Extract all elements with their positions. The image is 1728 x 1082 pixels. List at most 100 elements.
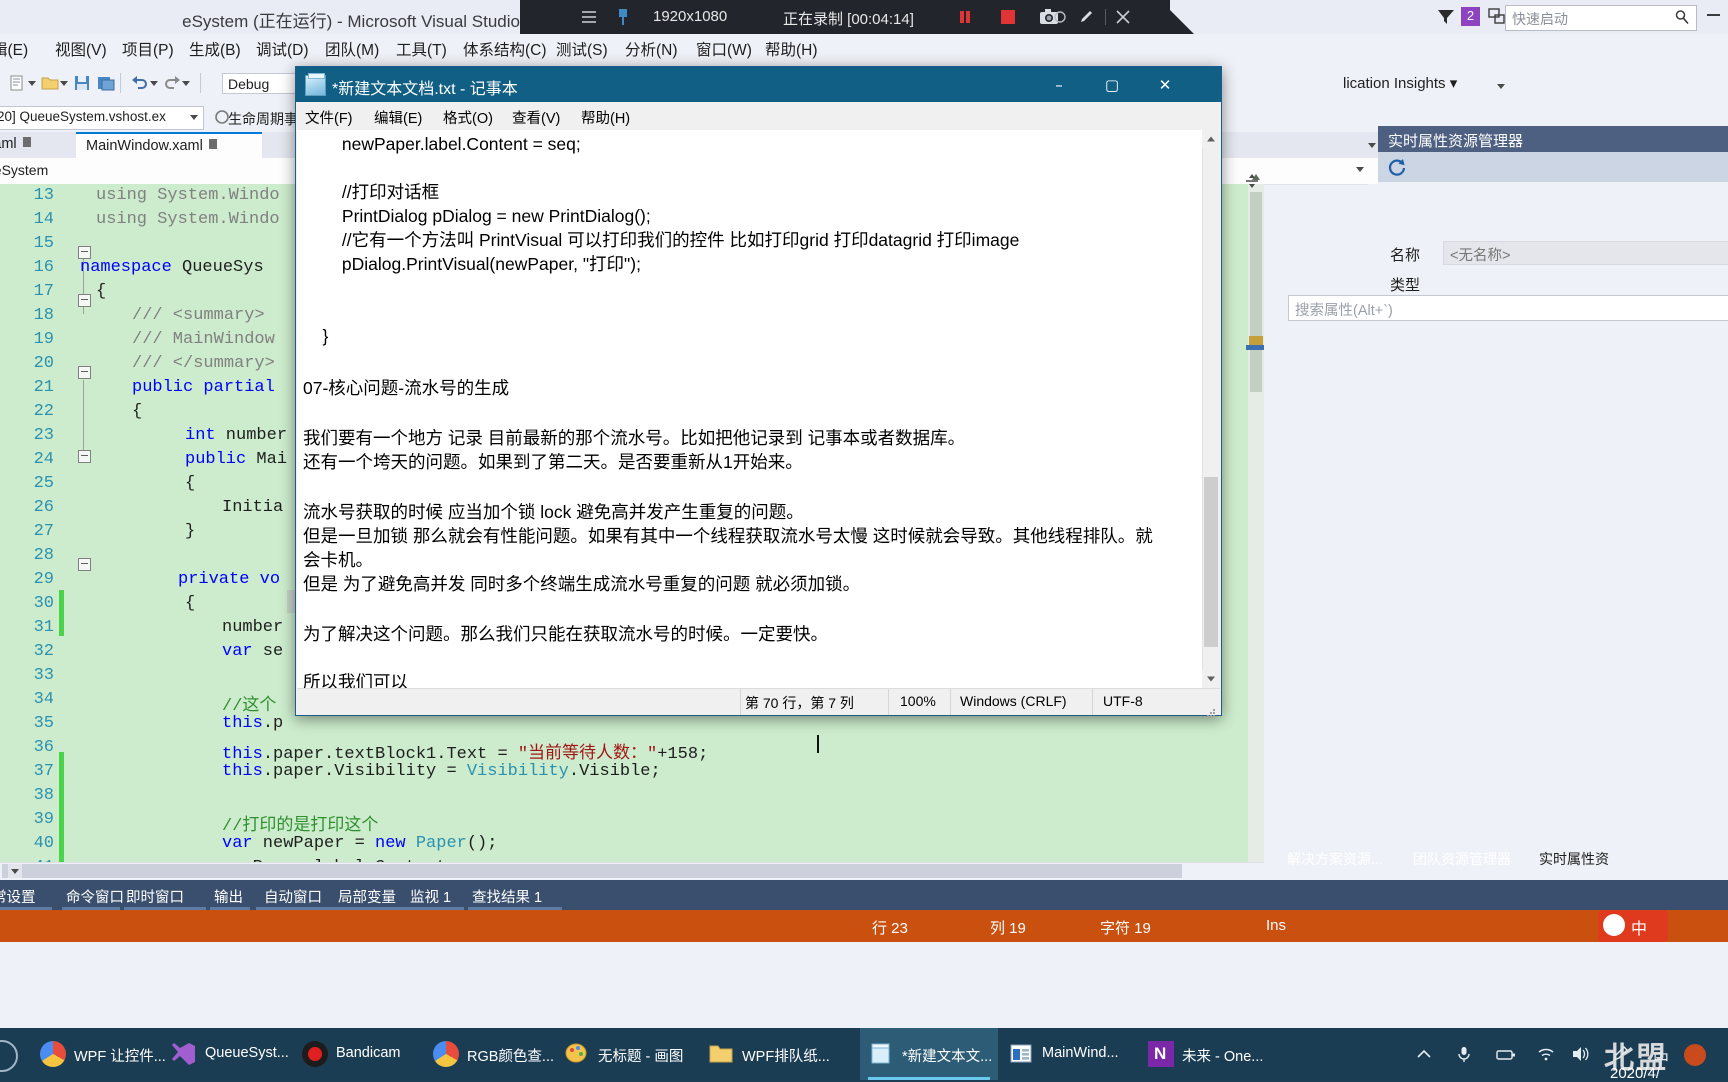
notepad-menu-format[interactable]: 格式(O) bbox=[443, 107, 493, 128]
notepad-menu-edit[interactable]: 编辑(E) bbox=[374, 107, 422, 128]
notepad-window[interactable]: *新建文本文档.txt - 记事本 – ▢ ✕ 文件(F) 编辑(E) 格式(O… bbox=[295, 66, 1222, 753]
menu-build[interactable]: 生成(B) bbox=[189, 38, 241, 60]
open-file-icon[interactable] bbox=[40, 73, 60, 93]
notepad-text-area[interactable]: newPaper.label.Content = seq; //打印对话框 Pr… bbox=[297, 130, 1202, 688]
tab-overflow-caret-icon[interactable] bbox=[1368, 143, 1376, 148]
pin-icon[interactable] bbox=[208, 139, 217, 149]
menu-view[interactable]: 视图(V) bbox=[55, 38, 107, 60]
tab-xaml[interactable]: xaml bbox=[0, 132, 52, 158]
bottom-tab-locals[interactable]: 局部变量 bbox=[338, 886, 396, 907]
taskbar-item-wpf-queue-folder[interactable]: WPF排队纸... bbox=[700, 1028, 830, 1080]
application-insights-label[interactable]: lication Insights ▾ bbox=[1343, 74, 1457, 92]
notepad-line: //打印对话框 bbox=[303, 182, 440, 202]
taskbar-item-queuesystem[interactable]: QueueSyst... bbox=[163, 1028, 291, 1080]
navbar-scope[interactable]: ueSystem bbox=[0, 162, 48, 178]
tab-solution-explorer[interactable]: 解决方案资源... bbox=[1278, 846, 1392, 870]
notepad-close-button[interactable]: ✕ bbox=[1142, 67, 1188, 102]
menu-debug[interactable]: 调试(D) bbox=[256, 38, 309, 60]
undo-icon[interactable] bbox=[130, 73, 150, 93]
menu-project[interactable]: 项目(P) bbox=[122, 38, 174, 60]
undo-caret-icon[interactable] bbox=[150, 81, 158, 86]
stop-icon[interactable] bbox=[1001, 10, 1015, 24]
close-icon[interactable] bbox=[1114, 8, 1132, 26]
bottom-tab-command-window[interactable]: 命令窗口 bbox=[66, 886, 124, 907]
menu-team[interactable]: 团队(M) bbox=[325, 38, 379, 60]
volume-icon[interactable] bbox=[1570, 1045, 1590, 1068]
taskbar-item-paint[interactable]: 无标题 - 画图 bbox=[556, 1028, 698, 1080]
menu-tools[interactable]: 工具(T) bbox=[396, 38, 447, 60]
process-combo[interactable]: 20] QueueSystem.vshost.ex bbox=[0, 106, 204, 130]
taskbar-item-mainwindow[interactable]: MainWind... bbox=[1000, 1028, 1128, 1080]
notepad-scroll-up-button[interactable] bbox=[1202, 130, 1220, 148]
taskbar-item-bandicam[interactable]: Bandicam bbox=[294, 1028, 422, 1080]
quick-launch-input[interactable]: 快速启动 bbox=[1505, 5, 1697, 31]
fold-toggle-class[interactable] bbox=[78, 366, 91, 379]
refresh-icon[interactable] bbox=[1386, 156, 1408, 178]
split-editor-icon[interactable] bbox=[1244, 173, 1260, 189]
navbar-chevron-down-icon[interactable] bbox=[1356, 167, 1364, 172]
pin-icon[interactable] bbox=[22, 137, 31, 147]
new-project-icon[interactable] bbox=[8, 73, 28, 93]
editor-zoom-dropdown[interactable] bbox=[8, 864, 22, 878]
notepad-menu-view[interactable]: 查看(V) bbox=[512, 107, 560, 128]
fold-toggle-summary[interactable] bbox=[78, 294, 91, 307]
feedback-icon[interactable] bbox=[1487, 6, 1507, 26]
open-file-caret-icon[interactable] bbox=[60, 81, 68, 86]
menu-help[interactable]: 帮助(H) bbox=[765, 38, 818, 60]
notepad-minimize-button[interactable]: – bbox=[1036, 67, 1082, 102]
chevron-up-icon[interactable] bbox=[1415, 1045, 1433, 1068]
fold-toggle-ctor[interactable] bbox=[78, 450, 91, 463]
settings-circle-icon[interactable] bbox=[1052, 9, 1068, 25]
battery-icon[interactable] bbox=[1495, 1045, 1517, 1068]
save-icon[interactable] bbox=[72, 73, 92, 93]
menu-window[interactable]: 窗口(W) bbox=[696, 38, 752, 60]
tab-live-property-explorer[interactable]: 实时属性资 bbox=[1530, 846, 1618, 870]
taskbar-item-wpf-control[interactable]: WPF 让控件... bbox=[32, 1028, 166, 1080]
status-col: 列 19 bbox=[990, 920, 1026, 937]
application-insights-caret-icon[interactable] bbox=[1497, 84, 1505, 89]
bottom-tab-watch-1[interactable]: 监视 1 bbox=[410, 886, 451, 907]
menu-edit[interactable]: 辑(E) bbox=[0, 38, 28, 60]
redo-icon[interactable] bbox=[162, 73, 182, 93]
taskbar-item-notepad[interactable]: *新建文本文... bbox=[860, 1028, 998, 1080]
bottom-tab-find-results-1[interactable]: 查找结果 1 bbox=[472, 886, 542, 907]
resize-grip-icon[interactable] bbox=[1207, 705, 1216, 717]
name-value-field[interactable]: <无名称> bbox=[1443, 241, 1728, 265]
menu-architecture[interactable]: 体系结构(C) bbox=[463, 38, 547, 60]
wifi-icon[interactable] bbox=[1536, 1045, 1556, 1068]
editor-horizontal-scroll-thumb[interactable] bbox=[2, 864, 1182, 878]
bottom-tab-autos[interactable]: 自动窗口 bbox=[264, 886, 322, 907]
tab-mainwindow-xaml[interactable]: MainWindow.xaml bbox=[76, 132, 262, 158]
redo-caret-icon[interactable] bbox=[182, 81, 190, 86]
pause-icon[interactable] bbox=[957, 9, 973, 25]
notification-badge[interactable]: 2 bbox=[1461, 7, 1480, 26]
notepad-maximize-button[interactable]: ▢ bbox=[1089, 67, 1135, 102]
fold-toggle-method[interactable] bbox=[78, 558, 91, 571]
bottom-tab-exception-settings[interactable]: 常设置 bbox=[0, 886, 36, 907]
bottom-tab-output[interactable]: 输出 bbox=[214, 886, 243, 907]
save-all-icon[interactable] bbox=[96, 73, 116, 93]
editor-vertical-scroll-thumb[interactable] bbox=[1250, 192, 1262, 392]
ime-indicator[interactable]: 中 bbox=[1598, 910, 1668, 942]
taskbar-item-onenote[interactable]: N 未来 - One... bbox=[1140, 1028, 1280, 1080]
pin-icon[interactable] bbox=[616, 7, 630, 27]
menu-test[interactable]: 测试(S) bbox=[556, 38, 608, 60]
new-project-caret-icon[interactable] bbox=[28, 81, 36, 86]
microphone-icon[interactable] bbox=[1455, 1045, 1473, 1068]
property-search-input[interactable]: 搜索属性(Alt+`) bbox=[1288, 295, 1728, 321]
pencil-icon[interactable] bbox=[1078, 8, 1096, 26]
line-number: 29 bbox=[33, 570, 54, 589]
menu-analyze[interactable]: 分析(N) bbox=[625, 38, 678, 60]
notepad-menu-file[interactable]: 文件(F) bbox=[305, 107, 353, 128]
hamburger-icon[interactable] bbox=[580, 8, 598, 26]
start-button[interactable] bbox=[0, 1040, 18, 1072]
bottom-tab-immediate-window[interactable]: 即时窗口 bbox=[126, 886, 184, 907]
notepad-scroll-down-button[interactable] bbox=[1202, 670, 1220, 688]
notepad-scroll-thumb[interactable] bbox=[1204, 477, 1218, 647]
notepad-menu-help[interactable]: 帮助(H) bbox=[581, 107, 630, 128]
tab-team-explorer[interactable]: 团队资源管理器 bbox=[1404, 846, 1520, 870]
vs-minimize-button[interactable] bbox=[1707, 14, 1720, 16]
lifecycle-label[interactable]: 生命周期事 bbox=[228, 109, 298, 129]
taskbar-item-rgb-color[interactable]: RGB颜色查... bbox=[425, 1028, 554, 1080]
notepad-title-bar[interactable]: *新建文本文档.txt - 记事本 – ▢ ✕ bbox=[296, 67, 1221, 102]
